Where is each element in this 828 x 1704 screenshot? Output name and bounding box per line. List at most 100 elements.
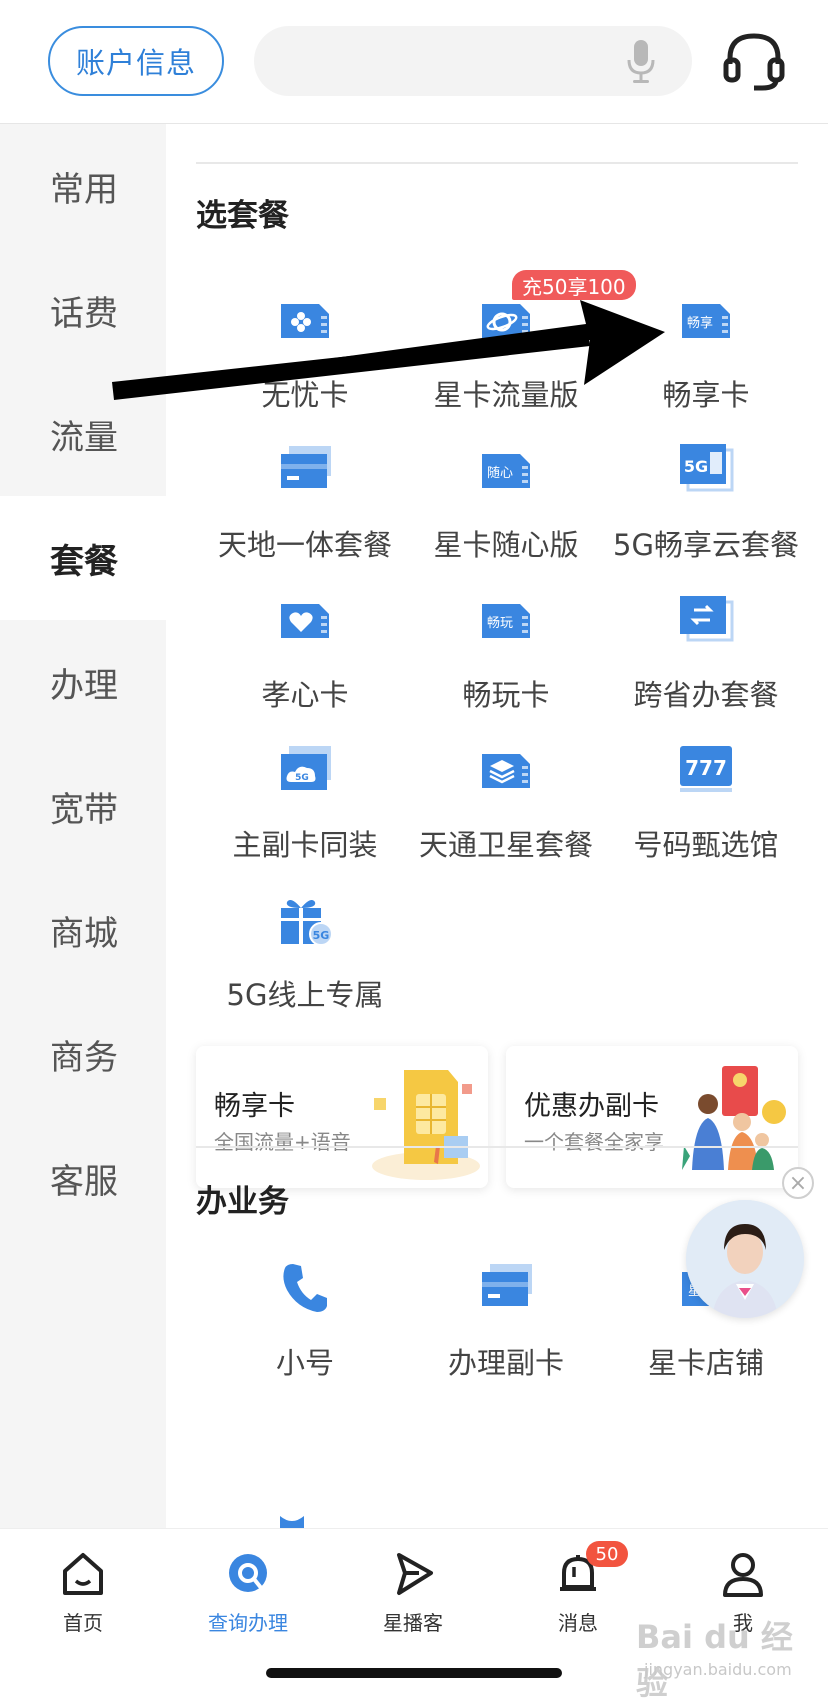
tab-label: 查询办理 <box>208 1611 288 1635</box>
plan-label: 星卡随心版 <box>433 528 579 562</box>
sidebar-item-business[interactable]: 商务 <box>0 992 166 1116</box>
tab-label: 星播客 <box>383 1611 443 1635</box>
plan-label: 星卡流量版 <box>433 378 579 412</box>
changxiang-card-icon: 畅享 <box>682 304 730 338</box>
sidebar-item-phone-fee[interactable]: 话费 <box>0 248 166 372</box>
5g-cloud-icon: 5G <box>680 444 734 492</box>
baidu-watermark: Bai du 经验 jingyan.baidu.com <box>636 1612 812 1702</box>
svg-text:畅享: 畅享 <box>687 315 713 331</box>
watermark-url: jingyan.baidu.com <box>644 1660 792 1679</box>
microphone-icon[interactable] <box>626 40 656 84</box>
section-divider <box>196 1146 798 1148</box>
plan-tile-main-sub[interactable]: 5G 主副卡同装 <box>205 744 405 894</box>
phone-icon <box>283 1264 327 1312</box>
play-icon <box>397 1553 433 1595</box>
svg-text:5G: 5G <box>313 929 330 942</box>
sidebar-item-data[interactable]: 流量 <box>0 372 166 496</box>
sidebar-item-services[interactable]: 办理 <box>0 620 166 744</box>
svg-text:5G: 5G <box>295 773 309 783</box>
gift-5g-icon: 5G <box>281 900 333 946</box>
plan-tile-number-select[interactable]: 777 号码甄选馆 <box>606 744 806 894</box>
promo-title: 优惠办副卡 <box>524 1091 659 1122</box>
planet-card-icon <box>482 304 530 338</box>
plan-label: 无忧卡 <box>261 378 349 412</box>
svg-text:畅玩: 畅玩 <box>487 616 513 631</box>
svg-text:777: 777 <box>685 756 727 780</box>
promo-subtitle: 全国流量+语音 <box>214 1130 351 1154</box>
sim-card-illustration <box>372 1070 480 1180</box>
plans-section-title: 选套餐 <box>196 198 289 234</box>
tab-label: 首页 <box>63 1611 103 1635</box>
search-input[interactable] <box>254 26 692 96</box>
section-divider <box>196 162 798 164</box>
plan-tile-star-suixin[interactable]: 随心 星卡随心版 <box>406 444 606 594</box>
tab-home[interactable]: 首页 <box>23 1543 143 1643</box>
plan-tile-changxiang[interactable]: 畅享 畅享卡 <box>606 294 806 444</box>
home-icon <box>63 1553 103 1595</box>
main-content: 选套餐 无忧卡 星卡流量版 畅享 畅享卡 充50享100 天地一体套餐 随心 星… <box>166 124 828 1528</box>
customer-service-icon[interactable] <box>722 30 786 92</box>
partial-icon <box>280 1516 304 1528</box>
suixin-card-icon: 随心 <box>482 454 530 488</box>
svg-text:5G: 5G <box>684 457 708 476</box>
watermark-logo-text: Bai du 经验 <box>636 1618 793 1702</box>
promo-title: 畅享卡 <box>214 1091 295 1122</box>
plan-tile-star-data[interactable]: 星卡流量版 <box>406 294 606 444</box>
plan-tile-wuyou[interactable]: 无忧卡 <box>205 294 405 444</box>
5g-cloud-card-icon: 5G <box>281 746 331 790</box>
promo-card-sub-card[interactable]: 优惠办副卡 一个套餐全家享 <box>506 1046 798 1188</box>
sidebar-item-support[interactable]: 客服 <box>0 1116 166 1240</box>
plan-label: 5G线上专属 <box>226 978 384 1012</box>
home-indicator <box>266 1668 562 1678</box>
plan-label: 天通卫星套餐 <box>418 828 593 862</box>
tab-label: 消息 <box>558 1611 598 1635</box>
business-label: 小号 <box>275 1346 334 1380</box>
close-assistant-button[interactable]: × <box>782 1167 814 1199</box>
sidebar-item-broadband[interactable]: 宽带 <box>0 744 166 868</box>
sidebar-item-mall[interactable]: 商城 <box>0 868 166 992</box>
business-section-title: 办业务 <box>196 1184 289 1220</box>
top-header: 账户信息 <box>0 0 828 124</box>
tab-star-podcast[interactable]: 星播客 <box>353 1543 473 1643</box>
assistant-portrait-icon <box>686 1200 804 1318</box>
message-count-badge: 50 <box>586 1541 628 1567</box>
family-illustration <box>682 1066 786 1170</box>
tab-messages[interactable]: 消息 50 <box>518 1541 638 1643</box>
tab-query-service[interactable]: 查询办理 <box>188 1543 308 1643</box>
business-tile-sub-card[interactable]: 办理副卡 <box>406 1262 606 1412</box>
user-icon <box>723 1553 763 1597</box>
svg-text:随心: 随心 <box>487 466 513 481</box>
category-sidebar: 常用 话费 流量 套餐 办理 宽带 商城 商务 客服 <box>0 124 166 1528</box>
heart-card-icon <box>281 604 329 638</box>
promo-subtitle: 一个套餐全家享 <box>524 1130 664 1154</box>
account-info-button[interactable]: 账户信息 <box>48 26 224 96</box>
plan-tile-xiaoxin[interactable]: 孝心卡 <box>205 594 405 744</box>
plan-label: 跨省办套餐 <box>633 678 779 712</box>
plan-tile-cross-province[interactable]: 跨省办套餐 <box>606 594 806 744</box>
plan-label: 孝心卡 <box>261 678 349 712</box>
sidebar-item-plans[interactable]: 套餐 <box>0 496 166 620</box>
plan-tile-changwan[interactable]: 畅玩 畅玩卡 <box>406 594 606 744</box>
changwan-card-icon: 畅玩 <box>482 604 530 638</box>
promo-badge: 充50享100 <box>512 270 636 300</box>
promo-card-changxiang[interactable]: 畅享卡 全国流量+语音 <box>196 1046 488 1188</box>
assistant-avatar[interactable] <box>686 1200 804 1318</box>
cards-icon <box>482 1264 532 1306</box>
business-label: 星卡店铺 <box>647 1346 764 1380</box>
plan-tile-5g-online[interactable]: 5G 5G线上专属 <box>205 894 405 1044</box>
number-777-icon: 777 <box>680 746 732 792</box>
layers-card-icon <box>482 754 530 788</box>
plan-tile-5g-cloud[interactable]: 5G 5G畅享云套餐 <box>606 444 806 594</box>
sidebar-item-common[interactable]: 常用 <box>0 124 166 248</box>
plan-label: 5G畅享云套餐 <box>613 528 799 562</box>
gamepad-card-icon <box>281 304 329 338</box>
plan-label: 主副卡同装 <box>232 828 378 862</box>
plan-label: 号码甄选馆 <box>633 828 779 862</box>
business-label: 办理副卡 <box>447 1346 564 1380</box>
plan-tile-tiandi[interactable]: 天地一体套餐 <box>205 444 405 594</box>
plan-label: 畅玩卡 <box>462 678 550 712</box>
plan-label: 天地一体套餐 <box>217 528 392 562</box>
business-tile-small-number[interactable]: 小号 <box>205 1262 405 1412</box>
plan-tile-tiantong[interactable]: 天通卫星套餐 <box>406 744 606 894</box>
search-icon <box>229 1554 267 1592</box>
